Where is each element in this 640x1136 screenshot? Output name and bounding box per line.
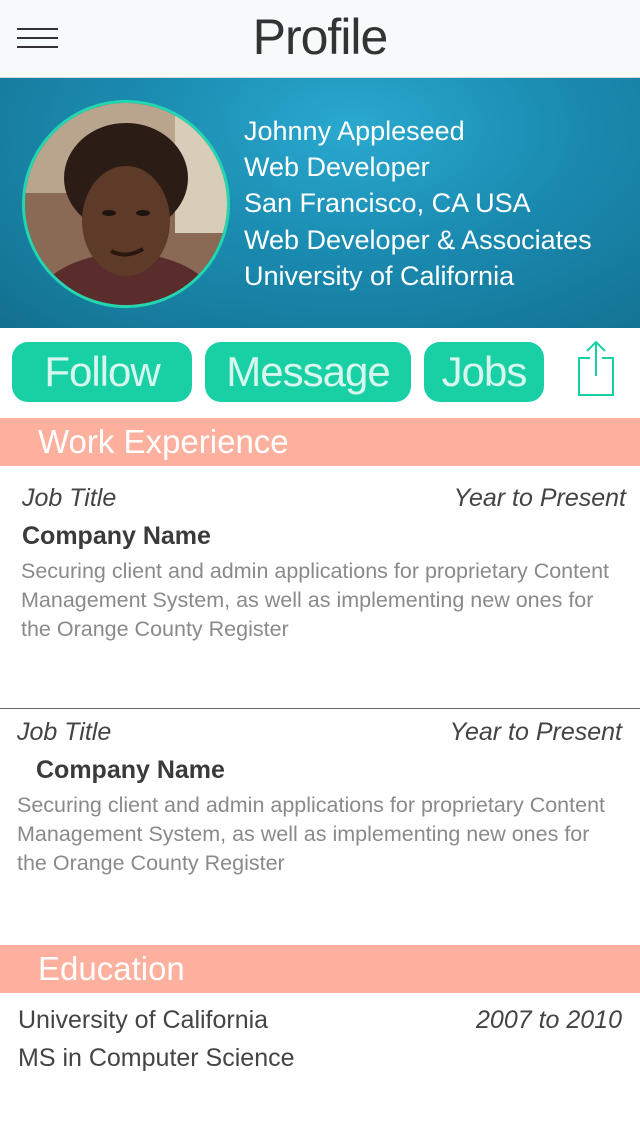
jobs-button[interactable]: Jobs bbox=[424, 342, 544, 402]
company-name: Company Name bbox=[36, 756, 225, 784]
profile-location: San Francisco, CA USA bbox=[244, 188, 531, 218]
education-school: University of California bbox=[18, 1006, 269, 1034]
job-description: Securing client and admin applications f… bbox=[21, 559, 609, 641]
work-experience-title: Work Experience bbox=[38, 423, 289, 460]
profile-role: Web Developer bbox=[244, 152, 430, 182]
profile-name: Johnny Appleseed bbox=[244, 116, 465, 146]
profile-header: Johnny Appleseed Web Developer San Franc… bbox=[0, 78, 640, 328]
profile-school: University of California bbox=[244, 261, 515, 291]
job-years: Year to Present bbox=[453, 484, 626, 512]
divider bbox=[0, 708, 640, 709]
avatar[interactable] bbox=[22, 100, 230, 308]
job-title: Job Title bbox=[22, 484, 117, 512]
follow-button[interactable]: Follow bbox=[12, 342, 192, 402]
job-title: Job Title bbox=[17, 718, 112, 746]
share-icon[interactable] bbox=[576, 340, 616, 398]
profile-company: Web Developer & Associates bbox=[244, 225, 592, 255]
job-years: Year to Present bbox=[449, 718, 622, 746]
message-button[interactable]: Message bbox=[205, 342, 411, 402]
education-years: 2007 to 2010 bbox=[476, 1006, 622, 1034]
education-title: Education bbox=[38, 950, 185, 987]
education-degree: MS in Computer Science bbox=[18, 1044, 295, 1072]
navigation-bar: Profile bbox=[0, 0, 640, 78]
page-title: Profile bbox=[252, 9, 389, 65]
job-description: Securing client and admin applications f… bbox=[17, 793, 605, 875]
company-name: Company Name bbox=[22, 522, 211, 550]
